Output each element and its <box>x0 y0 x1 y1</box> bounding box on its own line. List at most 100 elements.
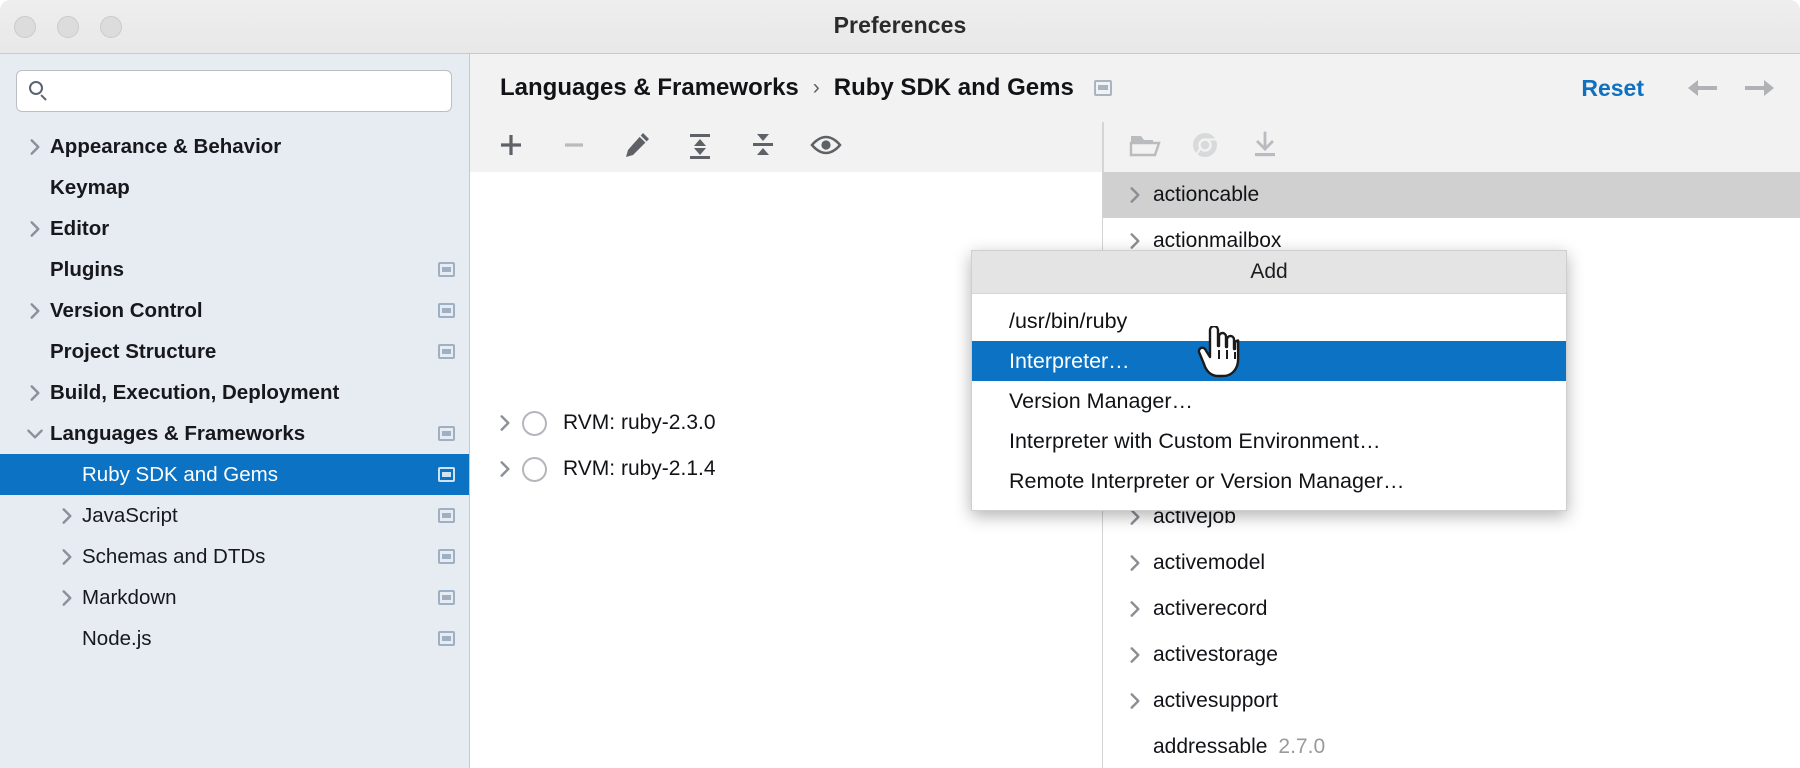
sidebar-item-editor[interactable]: Editor <box>0 208 469 249</box>
sidebar-item-ruby-sdk-and-gems[interactable]: Ruby SDK and Gems <box>0 454 469 495</box>
gem-row[interactable]: activemodel <box>1103 540 1800 586</box>
add-menu-item[interactable]: Remote Interpreter or Version Manager… <box>972 461 1566 501</box>
arrow-left-icon[interactable] <box>1684 77 1720 99</box>
chevron-right-icon[interactable] <box>1117 644 1153 666</box>
sidebar-item-label: Schemas and DTDs <box>82 545 265 569</box>
sidebar-item-label: Build, Execution, Deployment <box>50 381 339 405</box>
add-menu-item-label: Remote Interpreter or Version Manager… <box>1009 469 1405 494</box>
expand-all-button[interactable] <box>681 128 719 166</box>
gem-version: 2.7.0 <box>1278 735 1325 759</box>
sidebar-item-label: Version Control <box>50 299 203 323</box>
remove-button <box>555 128 593 166</box>
chevron-right-icon[interactable] <box>488 412 522 434</box>
add-menu-item[interactable]: Interpreter… <box>972 341 1566 381</box>
sdk-radio-button[interactable] <box>522 411 547 436</box>
sidebar-item-version-control[interactable]: Version Control <box>0 290 469 331</box>
install-gem-button <box>1246 128 1284 166</box>
breadcrumb-item-1: Ruby SDK and Gems <box>834 74 1074 102</box>
title-bar: Preferences <box>0 0 1800 54</box>
chevron-right-icon[interactable] <box>1117 598 1153 620</box>
add-menu-popup: Add /usr/bin/ruby Interpreter…Version Man… <box>971 250 1567 511</box>
gem-row[interactable]: activesupport <box>1103 678 1800 724</box>
sidebar-item-keymap[interactable]: Keymap <box>0 167 469 208</box>
add-menu-title: Add <box>972 251 1566 294</box>
breadcrumb-separator: › <box>813 76 820 100</box>
gem-name: actioncable <box>1153 183 1259 207</box>
show-hidden-button[interactable] <box>807 128 845 166</box>
search-input[interactable] <box>50 81 451 101</box>
sidebar-item-build-execution-deployment[interactable]: Build, Execution, Deployment <box>0 372 469 413</box>
project-scope-badge-icon <box>438 549 455 564</box>
sidebar-item-label: Node.js <box>82 627 152 651</box>
sdk-radio-button[interactable] <box>522 457 547 482</box>
gem-name: activerecord <box>1153 597 1267 621</box>
open-folder-button <box>1126 128 1164 166</box>
project-scope-badge-icon <box>438 467 455 482</box>
edit-button[interactable] <box>618 128 656 166</box>
sidebar-item-label: Appearance & Behavior <box>50 135 281 159</box>
expand-all-icon <box>685 130 715 165</box>
chevron-right-icon[interactable] <box>20 218 50 240</box>
chevron-right-icon[interactable] <box>20 382 50 404</box>
globe-icon <box>1190 130 1220 165</box>
collapse-all-button[interactable] <box>744 128 782 166</box>
add-menu-item[interactable]: /usr/bin/ruby <box>972 301 1566 341</box>
settings-main: Languages & Frameworks › Ruby SDK and Ge… <box>470 54 1800 768</box>
chevron-right-icon[interactable] <box>20 300 50 322</box>
sidebar-item-javascript[interactable]: JavaScript <box>0 495 469 536</box>
project-scope-badge-icon <box>438 508 455 523</box>
sidebar-item-label: Ruby SDK and Gems <box>82 463 278 487</box>
add-menu-item[interactable]: Version Manager… <box>972 381 1566 421</box>
gem-row[interactable]: activestorage <box>1103 632 1800 678</box>
chevron-right-icon[interactable] <box>52 505 82 527</box>
chevron-right-icon[interactable] <box>20 136 50 158</box>
sidebar-search-wrap <box>0 54 469 112</box>
chevron-right-icon[interactable] <box>52 587 82 609</box>
breadcrumb: Languages & Frameworks › Ruby SDK and Ge… <box>470 54 1800 122</box>
gem-row[interactable]: actioncable <box>1103 172 1800 218</box>
search-icon <box>28 80 50 102</box>
chevron-right-icon[interactable] <box>1117 184 1153 206</box>
project-scope-badge-icon <box>438 426 455 441</box>
chevron-down-icon[interactable] <box>20 423 50 445</box>
download-icon <box>1250 130 1280 165</box>
add-menu-items: /usr/bin/ruby Interpreter…Version Manager… <box>972 301 1566 501</box>
gem-row[interactable]: activerecord <box>1103 586 1800 632</box>
gem-row[interactable]: addressable2.7.0 <box>1103 724 1800 768</box>
project-scope-badge-icon <box>438 344 455 359</box>
chevron-right-icon[interactable] <box>1117 552 1153 574</box>
add-menu-item-label: Interpreter with Custom Environment… <box>1009 429 1381 454</box>
sidebar-item-markdown[interactable]: Markdown <box>0 577 469 618</box>
sidebar-item-label: Markdown <box>82 586 177 610</box>
project-scope-badge-icon <box>438 590 455 605</box>
reset-button[interactable]: Reset <box>1581 75 1644 102</box>
arrow-right-icon[interactable] <box>1742 77 1778 99</box>
project-scope-badge-icon <box>438 303 455 318</box>
sidebar-item-project-structure[interactable]: Project Structure <box>0 331 469 372</box>
sdk-toolbar <box>470 122 1102 172</box>
chevron-right-icon[interactable] <box>52 546 82 568</box>
add-menu-item[interactable]: Interpreter with Custom Environment… <box>972 421 1566 461</box>
sidebar-item-label: Editor <box>50 217 109 241</box>
sidebar-item-node-js[interactable]: Node.js <box>0 618 469 659</box>
gem-name: activemodel <box>1153 551 1265 575</box>
window-body: Appearance & Behavior Keymap Editor Plugins… <box>0 54 1800 768</box>
sidebar-item-label: Keymap <box>50 176 130 200</box>
gem-name: activesupport <box>1153 689 1278 713</box>
sidebar-item-schemas-and-dtds[interactable]: Schemas and DTDs <box>0 536 469 577</box>
sidebar-item-languages-frameworks[interactable]: Languages & Frameworks <box>0 413 469 454</box>
chevron-right-icon[interactable] <box>1117 690 1153 712</box>
add-button[interactable] <box>492 128 530 166</box>
settings-tree: Appearance & Behavior Keymap Editor Plugins… <box>0 126 469 659</box>
chevron-right-icon[interactable] <box>1117 230 1153 252</box>
add-menu-item-label: /usr/bin/ruby <box>1009 309 1127 334</box>
sidebar-item-plugins[interactable]: Plugins <box>0 249 469 290</box>
window-title: Preferences <box>0 12 1800 39</box>
search-box[interactable] <box>16 70 452 112</box>
browse-web-button <box>1186 128 1224 166</box>
gems-toolbar <box>1103 122 1800 172</box>
chevron-right-icon[interactable] <box>488 458 522 480</box>
project-scope-badge-icon <box>1094 80 1112 96</box>
breadcrumb-item-0[interactable]: Languages & Frameworks <box>500 74 799 102</box>
sidebar-item-appearance-behavior[interactable]: Appearance & Behavior <box>0 126 469 167</box>
